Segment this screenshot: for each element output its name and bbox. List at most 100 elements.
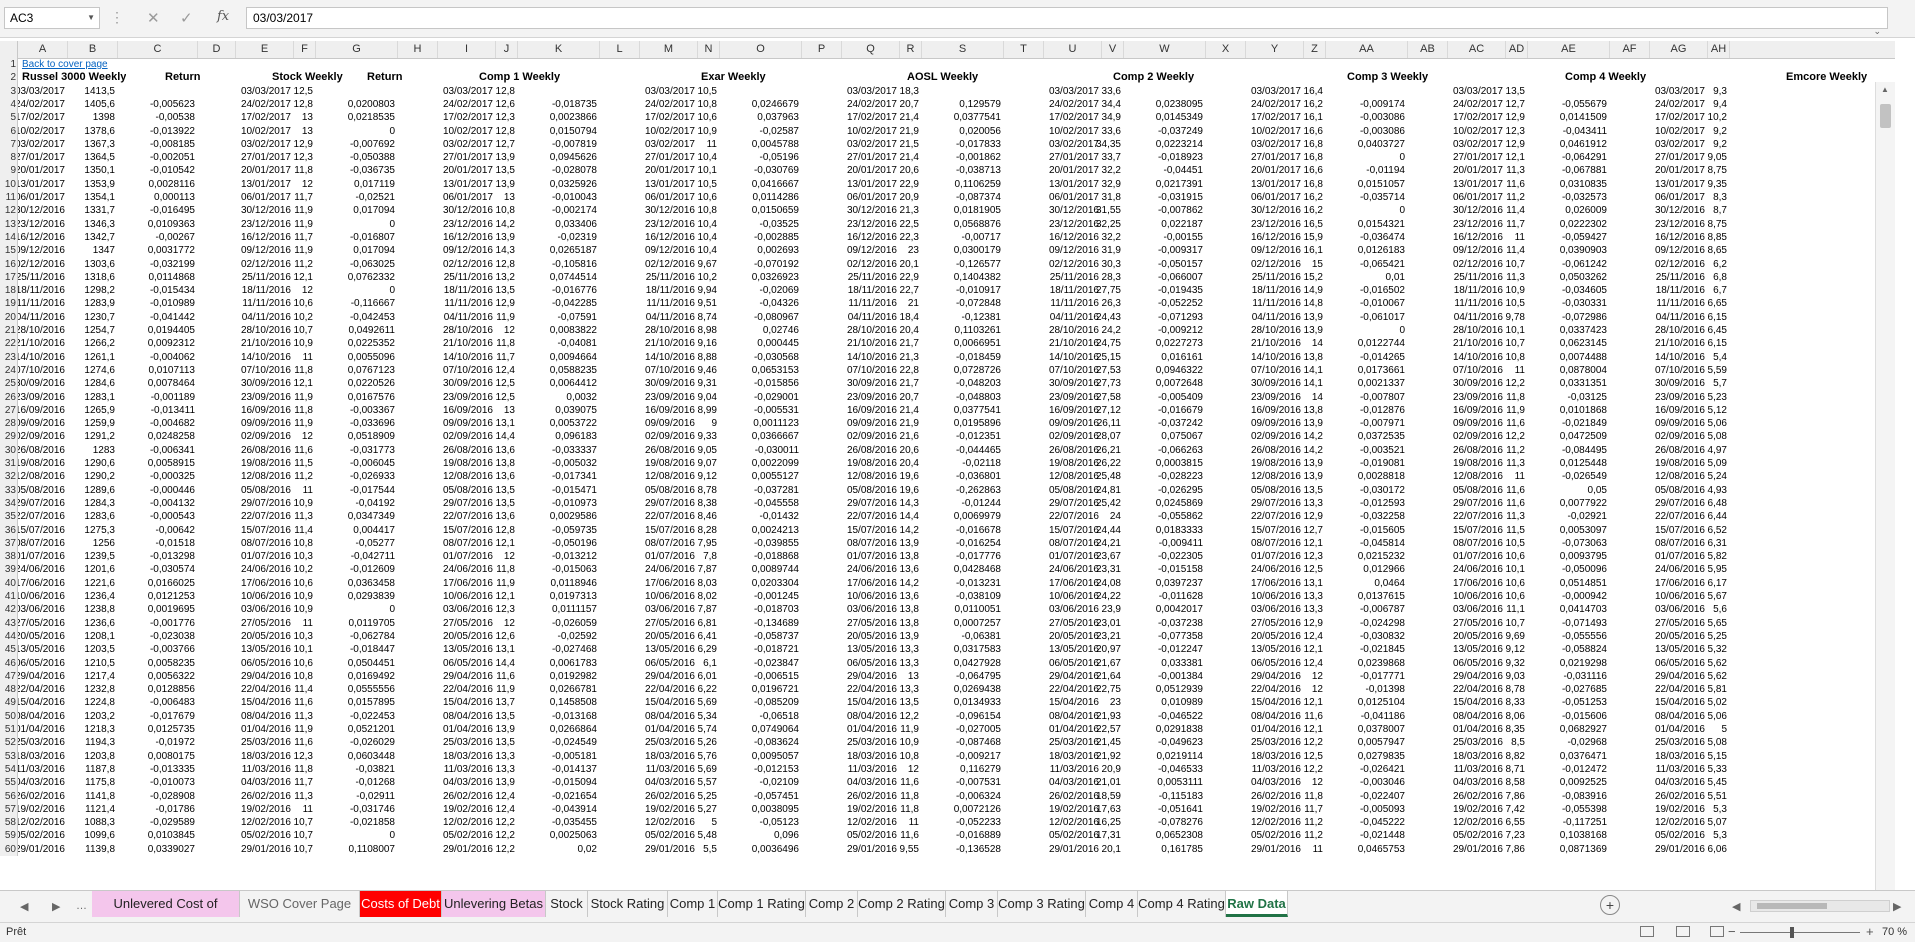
price-cell[interactable]: 13,1	[1233, 577, 1323, 590]
row-header[interactable]: 55	[0, 776, 17, 789]
price-cell[interactable]: 24,08	[1031, 577, 1121, 590]
price-cell[interactable]: 20,97	[1031, 643, 1121, 656]
price-cell[interactable]: 1367,3	[25, 138, 115, 151]
price-cell[interactable]: 1203,8	[25, 750, 115, 763]
return-cell[interactable]: -0,015471	[507, 484, 597, 497]
return-cell[interactable]: -0,043411	[1517, 125, 1607, 138]
price-cell[interactable]: 10,7	[223, 843, 313, 856]
price-cell[interactable]: 1239,5	[25, 550, 115, 563]
row-header[interactable]: 12	[0, 204, 17, 217]
return-cell[interactable]: 0,0194405	[105, 324, 195, 337]
price-cell[interactable]: 12,6	[425, 630, 515, 643]
price-cell[interactable]: 11,8	[223, 763, 313, 776]
return-cell[interactable]: -0,015605	[1315, 524, 1405, 537]
price-cell[interactable]: 8,75	[1637, 164, 1727, 177]
return-cell[interactable]: 0,0331351	[1517, 377, 1607, 390]
price-cell[interactable]: 9,33	[627, 430, 717, 443]
price-cell[interactable]: 1218,3	[25, 723, 115, 736]
return-cell[interactable]: -0,096154	[911, 710, 1001, 723]
return-cell[interactable]: -0,018868	[709, 550, 799, 563]
price-cell[interactable]: 12,1	[223, 377, 313, 390]
price-cell[interactable]: 5,57	[627, 776, 717, 789]
return-cell[interactable]: 0,0095057	[709, 750, 799, 763]
price-cell[interactable]: 5,27	[627, 803, 717, 816]
vertical-scrollbar[interactable]: ▲ ▼	[1875, 82, 1895, 890]
return-cell[interactable]: -0,028223	[1113, 470, 1203, 483]
price-cell[interactable]: 10,3	[223, 630, 313, 643]
return-cell[interactable]: -0,014137	[507, 763, 597, 776]
price-cell[interactable]: 1259,9	[25, 417, 115, 430]
price-cell[interactable]: 12,5	[1233, 563, 1323, 576]
return-cell[interactable]: 0,0141509	[1517, 111, 1607, 124]
return-cell[interactable]: 0,0762332	[305, 271, 395, 284]
return-cell[interactable]: 0,0080175	[105, 750, 195, 763]
return-cell[interactable]: -0,031915	[1113, 191, 1203, 204]
price-cell[interactable]: 12,1	[223, 271, 313, 284]
return-cell[interactable]: -0,014265	[1315, 351, 1405, 364]
price-cell[interactable]: 1353,9	[25, 178, 115, 191]
price-cell[interactable]: 11,5	[1435, 524, 1525, 537]
price-cell[interactable]: 8,35	[1435, 723, 1525, 736]
return-cell[interactable]: 0	[305, 125, 395, 138]
return-cell[interactable]: 0,0339027	[105, 843, 195, 856]
return-cell[interactable]: 0,1106259	[911, 178, 1001, 191]
return-cell[interactable]: -0,02521	[305, 191, 395, 204]
return-cell[interactable]: 0,0337423	[1517, 324, 1607, 337]
price-cell[interactable]: 5,76	[627, 750, 717, 763]
column-header[interactable]: O	[720, 41, 802, 58]
price-cell[interactable]: 11,3	[1435, 164, 1525, 177]
row-header[interactable]: 5	[0, 111, 17, 124]
price-cell[interactable]: 7,87	[627, 603, 717, 616]
return-cell[interactable]: 0,0196721	[709, 683, 799, 696]
price-cell[interactable]: 1364,5	[25, 151, 115, 164]
price-cell[interactable]: 11,9	[425, 311, 515, 324]
return-cell[interactable]: -0,072986	[1517, 311, 1607, 324]
return-cell[interactable]: 0,016161	[1113, 351, 1203, 364]
price-cell[interactable]: 11,9	[223, 218, 313, 231]
price-cell[interactable]: 12	[829, 763, 919, 776]
return-cell[interactable]: 0	[1315, 204, 1405, 217]
price-cell[interactable]: 6,2	[1637, 258, 1727, 271]
price-cell[interactable]: 12	[425, 617, 515, 630]
price-cell[interactable]: 16,1	[1233, 244, 1323, 257]
return-cell[interactable]: -0,016679	[1113, 404, 1203, 417]
return-cell[interactable]: -0,010917	[911, 284, 1001, 297]
price-cell[interactable]: 11,8	[1233, 790, 1323, 803]
return-cell[interactable]: -0,057451	[709, 790, 799, 803]
price-cell[interactable]: 12,1	[1435, 151, 1525, 164]
price-cell[interactable]: 13,5	[1435, 85, 1525, 98]
return-cell[interactable]: -0,080967	[709, 311, 799, 324]
price-cell[interactable]: 1203,2	[25, 710, 115, 723]
price-cell[interactable]: 10,8	[627, 98, 717, 111]
return-cell[interactable]: 0,0427928	[911, 657, 1001, 670]
price-cell[interactable]: 1230,7	[25, 311, 115, 324]
return-cell[interactable]: -0,052233	[911, 816, 1001, 829]
price-cell[interactable]: 6,44	[1637, 510, 1727, 523]
price-cell[interactable]: 11,6	[1435, 178, 1525, 191]
price-cell[interactable]: 12,9	[1435, 111, 1525, 124]
return-cell[interactable]: 0,0227273	[1113, 337, 1203, 350]
price-cell[interactable]: 1298,2	[25, 284, 115, 297]
price-cell[interactable]: 12,5	[425, 377, 515, 390]
row-header[interactable]: 38	[0, 550, 17, 563]
return-cell[interactable]: 0,0378007	[1315, 723, 1405, 736]
return-cell[interactable]: 0,075067	[1113, 430, 1203, 443]
sheet-tab[interactable]: Comp 1	[668, 891, 718, 917]
formula-input[interactable]: 03/03/2017 ⌄	[246, 7, 1888, 36]
row-header[interactable]: 23	[0, 351, 17, 364]
return-cell[interactable]: -0,016502	[1315, 284, 1405, 297]
return-cell[interactable]: -0,02592	[507, 630, 597, 643]
return-cell[interactable]: -0,084495	[1517, 444, 1607, 457]
price-cell[interactable]: 6,22	[627, 683, 717, 696]
return-cell[interactable]: 0,0588235	[507, 364, 597, 377]
return-cell[interactable]: -0,035714	[1315, 191, 1405, 204]
price-cell[interactable]: 13,6	[425, 510, 515, 523]
price-cell[interactable]: 32,2	[1031, 231, 1121, 244]
price-cell[interactable]: 11,9	[223, 204, 313, 217]
price-cell[interactable]: 11,4	[1435, 244, 1525, 257]
price-cell[interactable]: 14	[1233, 337, 1323, 350]
return-cell[interactable]: -0,031773	[305, 444, 395, 457]
price-cell[interactable]: 5,81	[1637, 683, 1727, 696]
column-header[interactable]: B	[68, 41, 118, 58]
price-cell[interactable]: 11	[223, 351, 313, 364]
